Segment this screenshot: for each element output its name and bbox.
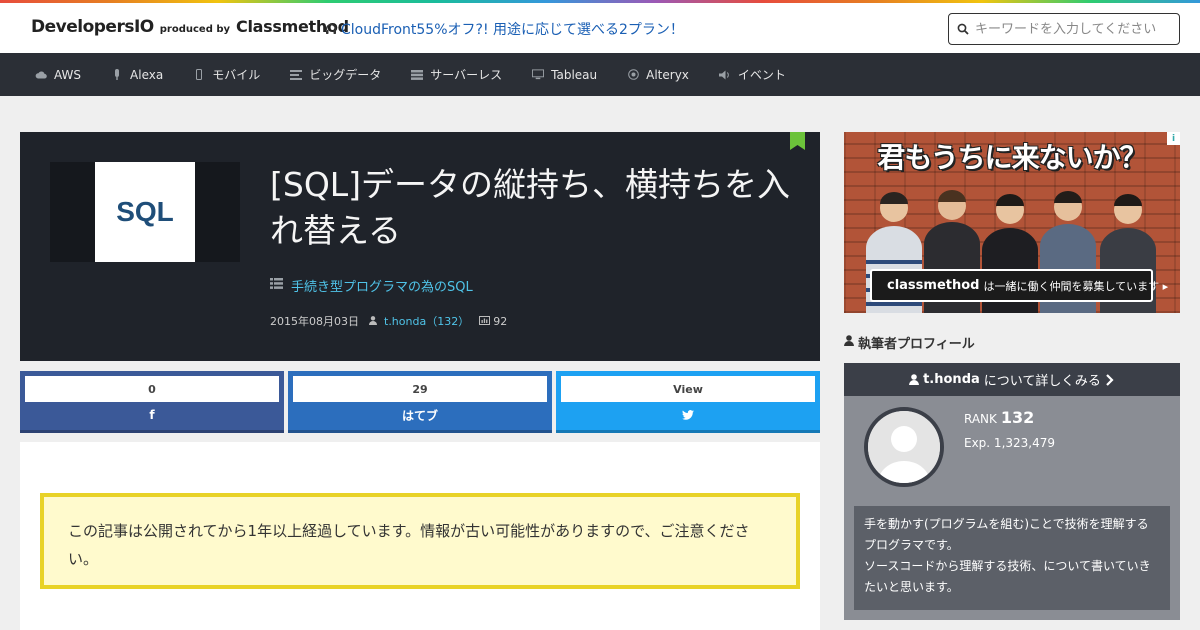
rank-label: RANK — [964, 412, 997, 426]
author-bio: 手を動かす(プログラムを組む)ことで技術を理解するプログラマです。 ソースコード… — [854, 506, 1170, 610]
bookmark-icon[interactable] — [790, 132, 805, 150]
user-icon — [369, 315, 377, 328]
speaker-icon — [718, 69, 731, 81]
bio-line: ソースコードから理解する技術、について書いていきたいと思います。 — [864, 559, 1151, 594]
server-icon — [411, 69, 424, 81]
hatena-label: はてブ — [401, 408, 438, 423]
thumbnail-label: SQL — [116, 196, 174, 227]
nav-item-serverless[interactable]: サーバーレス — [411, 66, 502, 83]
article-date: 2015年08月03日 — [270, 315, 359, 328]
author-name: t.honda — [923, 372, 980, 387]
search-icon — [957, 23, 969, 35]
headphones-icon — [325, 23, 337, 34]
author-rank: RANK 132 — [964, 408, 1034, 427]
target-icon — [627, 69, 639, 81]
search-input[interactable] — [975, 21, 1170, 37]
author-profile-link[interactable]: t.honda について詳しくみる — [844, 363, 1180, 396]
share-buttons: 0 f 29 はてブ View — [20, 371, 820, 433]
logo-main: DevelopersIO — [31, 17, 154, 37]
ad-cta-banner[interactable]: classmethod は一緒に働く仲間を募集しています ▸ — [870, 269, 1168, 302]
logo-produced-by: produced by — [159, 24, 231, 35]
category-label: 手続き型プログラマの為のSQL — [291, 280, 473, 295]
nav-label: AWS — [54, 67, 82, 82]
share-count: 29 — [293, 376, 547, 402]
site-header: DevelopersIO produced by Classmethod Clo… — [0, 3, 1200, 53]
views-icon — [479, 315, 491, 328]
twitter-share-button[interactable]: View — [556, 371, 820, 433]
nav-item-alteryx[interactable]: Alteryx — [627, 68, 689, 82]
nav-label: モバイル — [212, 68, 261, 82]
microphone-icon — [111, 68, 123, 81]
share-count: View — [561, 376, 815, 402]
nav-item-alexa[interactable]: Alexa — [111, 68, 163, 82]
list-icon — [270, 278, 283, 293]
nav-label: イベント — [737, 68, 786, 82]
article-category[interactable]: 手続き型プログラマの為のSQL — [270, 276, 473, 295]
nav-label: ビッグデータ — [309, 68, 382, 82]
ad-headline: 君もうちに来ないか？ — [877, 141, 1147, 174]
nav-label: Tableau — [551, 67, 598, 82]
profile-more-text: について詳しくみる — [983, 374, 1101, 389]
nav-item-bigdata[interactable]: ビッグデータ — [290, 66, 381, 83]
twitter-icon — [682, 410, 694, 420]
default-avatar-icon — [868, 411, 940, 483]
nav-label: Alexa — [130, 67, 164, 82]
user-icon — [909, 374, 920, 385]
bio-line: 手を動かす(プログラムを組む)ことで技術を理解するプログラマです。 — [864, 517, 1149, 552]
nav-item-event[interactable]: イベント — [718, 66, 786, 83]
nav-item-tableau[interactable]: Tableau — [532, 68, 597, 82]
ad-tagline: は一緒に働く仲間を募集しています ▸ — [983, 279, 1169, 293]
profile-heading-text: 執筆者プロフィール — [858, 337, 975, 352]
article-meta: 2015年08月03日 t.honda（132） 92 — [270, 313, 507, 329]
promo-link[interactable]: CloudFront55%オフ?! 用途に応じて選べる2プラン！ — [325, 19, 684, 39]
article-content: この記事は公開されてから1年以上経過しています。情報が古い可能性がありますので、… — [20, 442, 820, 630]
category-nav: AWS Alexa モバイル ビッグデータ サーバーレス Tableau Alt… — [0, 53, 1200, 96]
author-avatar[interactable] — [864, 407, 944, 487]
ad-brand: classmethod — [887, 278, 980, 293]
site-logo[interactable]: DevelopersIO produced by Classmethod — [31, 17, 349, 37]
promo-text: CloudFront55%オフ?! 用途に応じて選べる2プラン！ — [341, 22, 684, 38]
outdated-notice: この記事は公開されてから1年以上経過しています。情報が古い可能性がありますので、… — [40, 493, 800, 589]
nav-item-mobile[interactable]: モバイル — [193, 66, 260, 83]
cloud-icon — [35, 69, 47, 81]
mobile-icon — [193, 69, 205, 81]
list-icon — [290, 69, 303, 81]
article-thumbnail: SQL — [50, 162, 240, 262]
ad-info-icon[interactable]: i — [1167, 132, 1180, 145]
nav-label: サーバーレス — [430, 68, 503, 82]
article-author[interactable]: t.honda（132） — [384, 313, 469, 329]
author-profile-card: RANK 132 Exp. 1,323,479 手を動かす(プログラムを組む)こと… — [844, 396, 1180, 620]
facebook-icon: f — [149, 408, 155, 422]
chevron-right-icon — [1106, 373, 1114, 386]
user-icon — [844, 335, 854, 350]
author-profile-heading: 執筆者プロフィール — [844, 333, 975, 352]
article-views: 92 — [493, 314, 508, 328]
desktop-icon — [532, 69, 545, 81]
nav-label: Alteryx — [646, 67, 689, 82]
article-hero: SQL [SQL]データの縦持ち、横持ちを入れ替える 手続き型プログラマの為のS… — [20, 132, 820, 361]
author-exp: Exp. 1,323,479 — [964, 436, 1056, 450]
article-title: [SQL]データの縦持ち、横持ちを入れ替える — [270, 165, 791, 250]
share-count: 0 — [25, 376, 279, 402]
nav-item-aws[interactable]: AWS — [35, 68, 81, 82]
rank-value: 132 — [1000, 408, 1035, 427]
hatena-bookmark-button[interactable]: 29 はてブ — [288, 371, 552, 433]
recruit-ad-banner[interactable]: 君もうちに来ないか？ classmethod は一緒に働く仲間を募集しています … — [844, 132, 1180, 313]
facebook-share-button[interactable]: 0 f — [20, 371, 284, 433]
search-box[interactable] — [948, 13, 1180, 45]
